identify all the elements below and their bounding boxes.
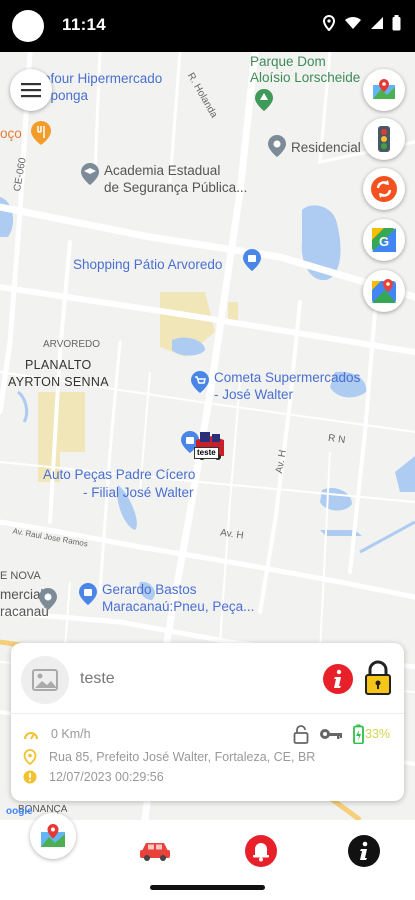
map-label-cometa: Cometa Supermercados — [214, 370, 361, 385]
map-label-arvoredo: ARVOREDO — [43, 339, 101, 350]
map-label-academia: Academia Estadual — [104, 163, 221, 178]
key-icon — [320, 729, 342, 739]
comercial-pin-icon[interactable] — [38, 587, 58, 611]
status-icons — [322, 15, 401, 31]
status-bar: 11:14 — [0, 0, 415, 52]
menu-button[interactable] — [10, 69, 52, 111]
map-label-shopping: Shopping Pátio Arvoredo — [73, 257, 223, 272]
google-maps-nav-button[interactable] — [363, 270, 405, 312]
location-pin-icon — [23, 749, 37, 765]
nav-info[interactable] — [345, 832, 383, 870]
signal-icon — [371, 17, 383, 29]
bell-icon — [245, 835, 277, 867]
refresh-button[interactable] — [363, 168, 405, 210]
map-icon — [41, 824, 65, 847]
map-label-planalto: PLANALTO — [25, 358, 92, 372]
address-row: Rua 85, Prefeito José Walter, Fortaleza,… — [23, 749, 315, 765]
vehicle-name: teste — [80, 670, 115, 687]
unlock-icon — [293, 725, 309, 744]
map-label-cometa-2: - José Walter — [214, 387, 294, 402]
camera-cutout — [12, 10, 44, 42]
gerardo-pin-icon[interactable] — [78, 582, 98, 606]
map-label-ayrton-senna: AYRTON SENNA — [8, 375, 109, 389]
vehicle-address: Rua 85, Prefeito José Walter, Fortaleza,… — [49, 750, 316, 764]
traffic-button[interactable] — [363, 118, 405, 160]
map-label-av-h-2: Av. H — [219, 527, 245, 542]
home-indicator[interactable] — [150, 885, 265, 890]
map-label-autopecas-2: - Filial José Walter — [83, 485, 194, 500]
lock-button[interactable] — [363, 660, 393, 696]
vehicle-marker-label: teste — [194, 447, 219, 459]
map-label-parque: Parque Dom — [250, 54, 326, 69]
nav-alerts[interactable] — [242, 832, 280, 870]
nav-map[interactable] — [30, 813, 76, 859]
speedometer-icon — [24, 732, 38, 740]
nav-vehicles[interactable] — [136, 832, 174, 870]
google-logo: oogle — [6, 806, 33, 817]
hamburger-icon — [21, 83, 41, 98]
map-type-button[interactable] — [363, 69, 405, 111]
vehicle-avatar — [21, 656, 69, 704]
datetime-row: 12/07/2023 00:29:56 — [23, 770, 164, 784]
refresh-icon — [371, 176, 397, 202]
vehicle-speed: 0 Km/h — [51, 727, 91, 741]
speed-row: 0 Km/h — [23, 727, 91, 741]
map-label-residencial: Residencial — [291, 140, 361, 155]
location-icon — [322, 15, 336, 31]
place-pin-icon[interactable] — [267, 134, 287, 158]
image-placeholder-icon — [32, 669, 58, 691]
vehicle-datetime: 12/07/2023 00:29:56 — [49, 770, 164, 784]
wifi-icon — [345, 16, 361, 29]
info-icon — [323, 664, 353, 694]
traffic-light-icon — [378, 126, 390, 152]
car-icon — [140, 843, 170, 861]
google-maps-button[interactable]: G — [363, 219, 405, 261]
map-label-autopecas: Auto Peças Padre Cícero — [43, 467, 196, 482]
school-pin-icon[interactable] — [80, 162, 100, 186]
map-label-academia-2: de Segurança Pública... — [104, 180, 248, 195]
status-icons-row — [293, 724, 364, 744]
map-label-gerardo-2: Maracanaú:Pneu, Peça... — [102, 599, 255, 614]
map-label-parque-2: Aloísio Lorscheide — [250, 70, 361, 85]
supermarket-pin-icon[interactable] — [190, 370, 210, 394]
status-time: 11:14 — [62, 15, 107, 34]
vehicle-info-button[interactable] — [322, 663, 354, 695]
battery-level-icon — [353, 724, 364, 744]
map-label-oco: oço — [0, 126, 22, 141]
map-label-gerardo: Gerardo Bastos — [102, 582, 197, 597]
map-label-comercial: mercial — [0, 587, 44, 602]
alert-clock-icon — [23, 770, 37, 784]
map-label-hipermercado: efour Hipermercado — [43, 71, 163, 86]
vehicle-card-header: teste — [11, 643, 404, 714]
google-maps-pin-icon — [372, 279, 396, 303]
google-maps-icon: G — [372, 228, 396, 252]
svg-text:G: G — [379, 234, 389, 249]
shopping-pin-icon[interactable] — [242, 248, 262, 272]
vehicle-info-card[interactable]: teste 0 Km/h 33% Rua 85, Prefeito José W… — [11, 643, 404, 801]
maps-icon — [373, 79, 395, 99]
truck-marker-icon — [196, 432, 224, 460]
battery-percent: 33% — [365, 727, 391, 741]
info-circle-icon — [348, 835, 380, 867]
restaurant-pin-icon[interactable] — [30, 120, 52, 146]
park-pin-icon[interactable] — [254, 88, 274, 112]
map-label-rn: R N — [327, 432, 346, 447]
padlock-icon — [365, 660, 391, 695]
battery-icon — [392, 15, 401, 31]
vehicle-marker[interactable]: teste — [190, 426, 230, 466]
map-label-nova: E NOVA — [0, 570, 41, 582]
